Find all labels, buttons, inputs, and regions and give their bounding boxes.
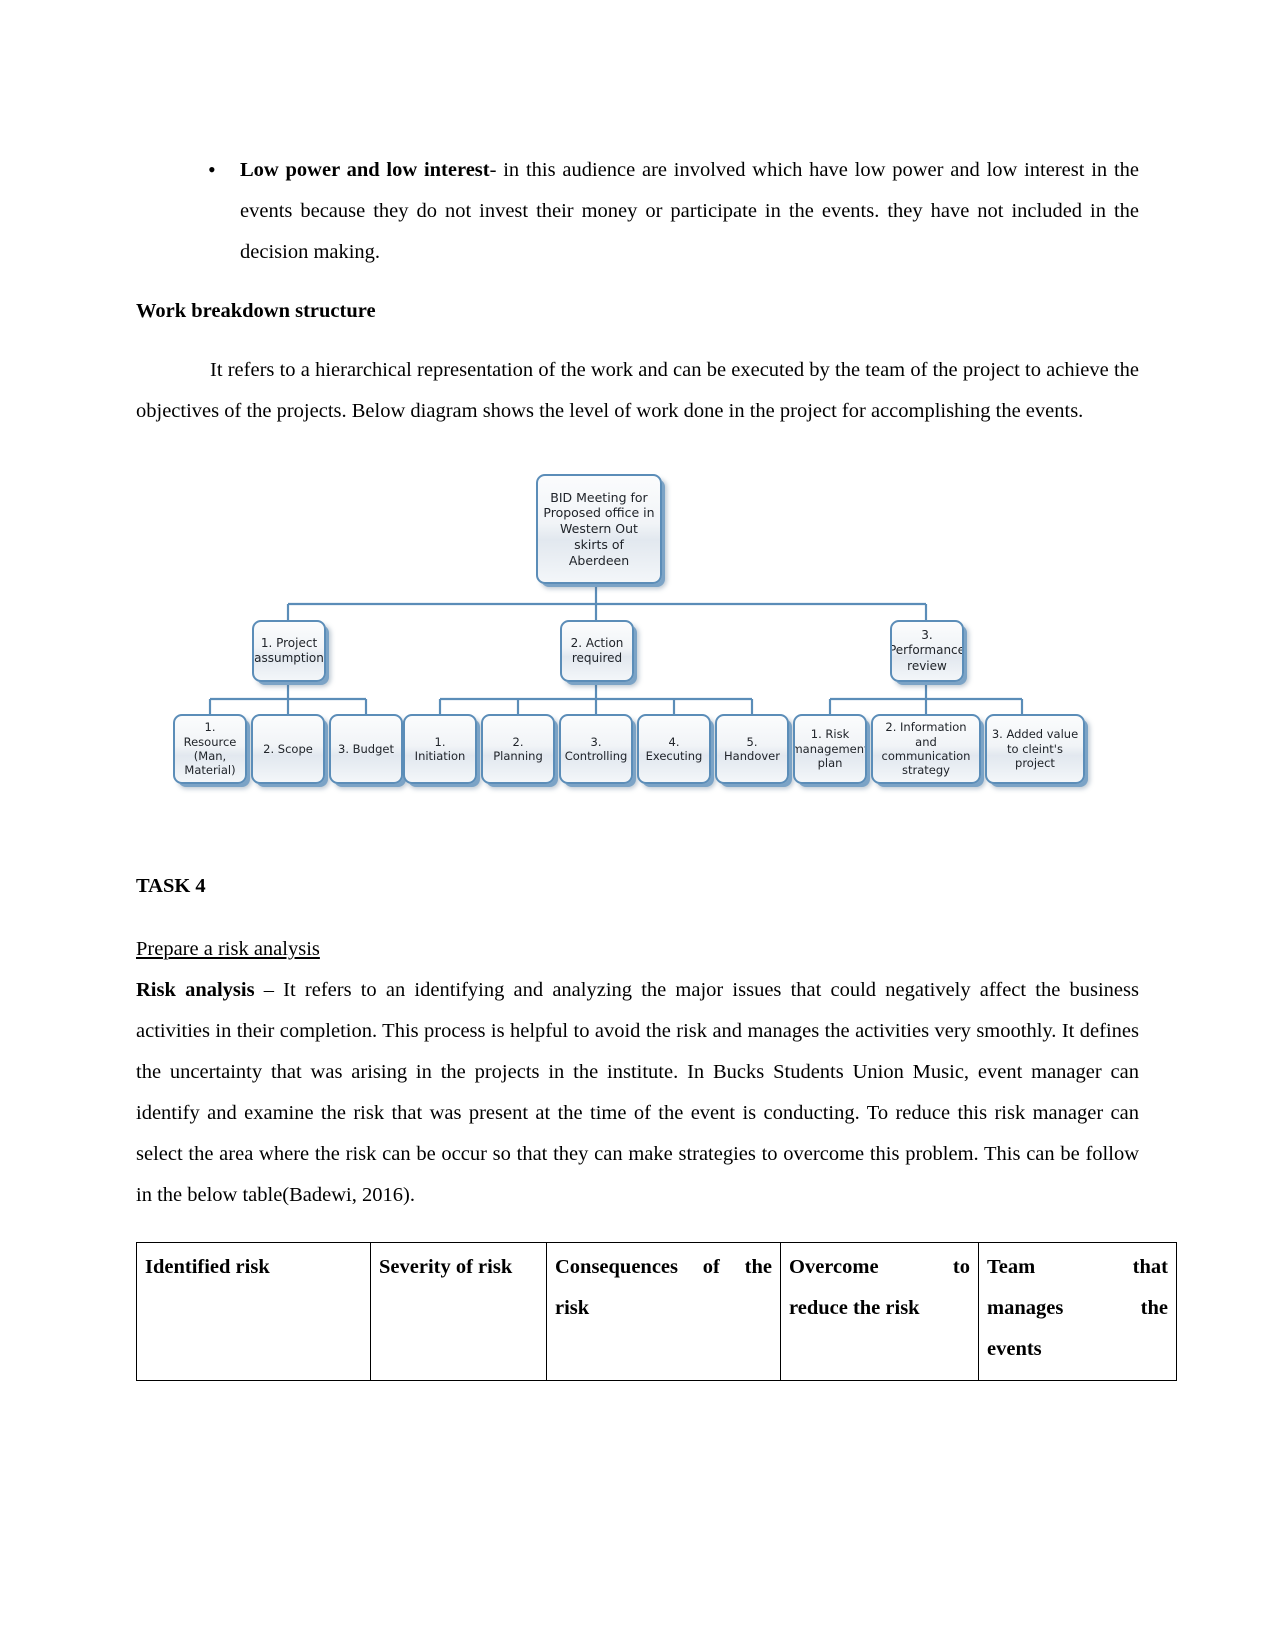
wbs-node-label: 2. Action required <box>570 635 624 665</box>
bullet-list: Low power and low interest- in this audi… <box>136 149 1139 273</box>
wbs-leaf-handover: 5. Handover <box>715 714 789 784</box>
wbs-diagram: BID Meeting for Proposed office in Weste… <box>168 464 1171 794</box>
risk-analysis-table: Identified risk Severity of risk Consequ… <box>136 1242 1177 1381</box>
wbs-leaf-resource: 1. Resource (Man, Material) <box>173 714 247 784</box>
wbs-leaf-executing: 4. Executing <box>637 714 711 784</box>
wbs-leaf-label: 2. Scope <box>263 741 313 756</box>
wbs-node-project-assumption: 1. Project assumption <box>252 620 326 682</box>
diagram-bottom-spacer <box>136 794 1139 866</box>
table-header-severity-of-risk: Severity of risk <box>370 1242 547 1381</box>
wbs-leaf-budget: 3. Budget <box>329 714 403 784</box>
header-line: Consequences of the <box>555 1256 772 1278</box>
top-spacer <box>136 0 1139 150</box>
wbs-leaf-scope: 2. Scope <box>251 714 325 784</box>
wbs-leaf-label: 3. Added value to cleint's project <box>991 727 1079 771</box>
risk-analysis-bold-lead: Risk analysis <box>136 979 255 1001</box>
wbs-node-label: 1. Project assumption <box>254 635 324 665</box>
wbs-leaf-label: 1. Initiation <box>414 734 466 763</box>
risk-analysis-text: – It refers to an identifying and analyz… <box>136 979 1139 1206</box>
wbs-leaf-information-communication: 2. Information and communication strateg… <box>871 714 981 784</box>
wbs-node-action-required: 2. Action required <box>560 620 634 682</box>
table-header-row: Identified risk Severity of risk Consequ… <box>136 1242 1177 1381</box>
table-header-consequences-of-the-risk: Consequences of the risk <box>546 1242 781 1381</box>
wbs-node-root: BID Meeting for Proposed office in Weste… <box>536 474 662 584</box>
header-line: Identified risk <box>145 1256 270 1278</box>
wbs-node-performance-review: 3. Performance review <box>890 620 964 682</box>
table-header-overcome-to-reduce-the-risk: Overcome to reduce the risk <box>780 1242 979 1381</box>
risk-analysis-paragraph: Risk analysis – It refers to an identify… <box>136 970 1139 1216</box>
header-line: Severity of risk <box>379 1256 513 1278</box>
bullet-bold-lead: Low power and low interest <box>240 159 490 181</box>
task-spacer <box>136 907 1139 929</box>
wbs-leaf-label: 2. Planning <box>493 734 543 763</box>
header-line: risk <box>555 1297 590 1319</box>
table-header-team-that-manages-the-events: Team that manages the events <box>978 1242 1177 1381</box>
table-header-identified-risk: Identified risk <box>136 1242 371 1381</box>
wbs-leaf-label: 5. Handover <box>724 734 780 763</box>
header-line: Team that <box>987 1256 1168 1278</box>
wbs-leaf-controlling: 3. Controlling <box>559 714 633 784</box>
wbs-leaf-initiation: 1. Initiation <box>403 714 477 784</box>
task-subheading: Prepare a risk analysis <box>136 938 320 960</box>
header-line: events <box>987 1338 1042 1360</box>
wbs-leaf-risk-management-plan: 1. Risk management plan <box>793 714 867 784</box>
task-heading: TASK 4 <box>136 875 206 897</box>
wbs-leaf-label: 1. Risk management plan <box>793 727 867 771</box>
wbs-node-label: 3. Performance review <box>890 628 964 673</box>
list-item: Low power and low interest- in this audi… <box>208 149 1139 273</box>
wbs-leaf-label: 2. Information and communication strateg… <box>881 720 971 778</box>
wbs-leaf-label: 1. Resource (Man, Material) <box>183 720 237 778</box>
header-line: reduce the risk <box>789 1297 920 1319</box>
wbs-leaf-planning: 2. Planning <box>481 714 555 784</box>
wbs-leaf-added-value: 3. Added value to cleint's project <box>985 714 1085 784</box>
document-page: Low power and low interest- in this audi… <box>0 0 1275 1650</box>
wbs-leaf-label: 3. Controlling <box>564 734 628 763</box>
wbs-node-root-label: BID Meeting for Proposed office in Weste… <box>543 489 655 568</box>
header-line: Overcome to <box>789 1256 970 1278</box>
header-line: manages the <box>987 1297 1168 1319</box>
wbs-paragraph: It refers to a hierarchical representati… <box>136 359 1139 422</box>
section-heading-wbs: Work breakdown structure <box>136 300 376 322</box>
wbs-leaf-label: 3. Budget <box>338 741 394 756</box>
wbs-leaf-label: 4. Executing <box>645 734 703 763</box>
